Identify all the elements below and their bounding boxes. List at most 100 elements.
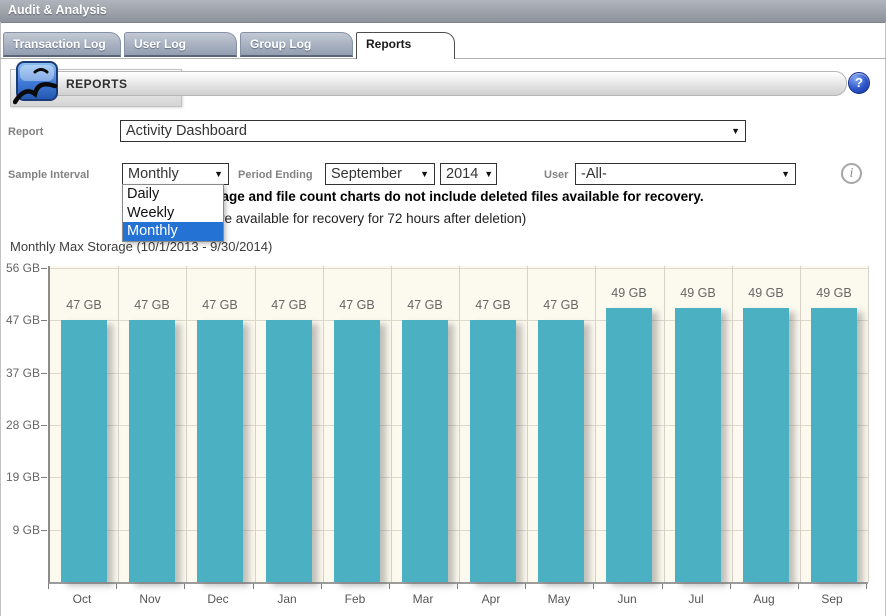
x-axis-category-label: Jun bbox=[593, 592, 661, 606]
gridline-vertical bbox=[391, 266, 392, 582]
chevron-down-icon: ▼ bbox=[484, 169, 493, 179]
sample-interval-dropdown-list: DailyWeeklyMonthly bbox=[122, 184, 224, 242]
report-label: Report bbox=[8, 126, 43, 138]
window-title: Audit & Analysis bbox=[8, 3, 107, 17]
chart-bar bbox=[675, 308, 721, 582]
bar-value-label: 47 GB bbox=[255, 298, 323, 312]
tab-bar: Transaction Log User Log Group Log Repor… bbox=[0, 32, 886, 59]
y-axis-tick-mark bbox=[41, 425, 47, 426]
chevron-down-icon: ▼ bbox=[420, 169, 429, 179]
sample-interval-value: Monthly bbox=[128, 166, 179, 182]
x-axis-category-label: Nov bbox=[116, 592, 184, 606]
gridline-vertical bbox=[186, 266, 187, 582]
x-axis-tick-mark bbox=[253, 584, 254, 589]
x-axis-category-label: Feb bbox=[321, 592, 389, 606]
x-axis-category-label: Aug bbox=[730, 592, 798, 606]
x-axis-tick-mark bbox=[798, 584, 799, 589]
chart-bar bbox=[606, 308, 652, 582]
gridline-vertical bbox=[459, 266, 460, 582]
y-axis-tick-mark bbox=[41, 477, 47, 478]
period-ending-month-select[interactable]: September ▼ bbox=[325, 163, 435, 185]
window-title-bar: Audit & Analysis bbox=[0, 0, 886, 23]
x-axis-category-label: May bbox=[525, 592, 593, 606]
x-axis-category-label: Sep bbox=[798, 592, 866, 606]
tab-user-log[interactable]: User Log bbox=[124, 32, 237, 57]
y-axis-tick-label: 28 GB bbox=[2, 418, 40, 432]
bar-value-label: 49 GB bbox=[595, 286, 663, 300]
bar-value-label: 47 GB bbox=[527, 298, 595, 312]
y-axis-tick-label: 47 GB bbox=[2, 313, 40, 327]
x-axis-category-label: Mar bbox=[389, 592, 457, 606]
x-axis-tick-mark bbox=[662, 584, 663, 589]
tab-group-log[interactable]: Group Log bbox=[240, 32, 353, 57]
y-axis-tick-label: 37 GB bbox=[2, 366, 40, 380]
y-axis-tick-label: 56 GB bbox=[2, 261, 40, 275]
user-select[interactable]: -All- ▼ bbox=[575, 163, 796, 185]
help-button[interactable]: ? bbox=[848, 72, 870, 94]
chart-bar bbox=[61, 320, 107, 582]
x-axis-tick-mark bbox=[593, 584, 594, 589]
x-axis-tick-mark bbox=[730, 584, 731, 589]
gridline-vertical bbox=[527, 266, 528, 582]
dropdown-option-monthly[interactable]: Monthly bbox=[123, 222, 223, 241]
period-ending-year-select[interactable]: 2014 ▼ bbox=[440, 163, 497, 185]
storage-bar-chart: Monthly Max Storage (10/1/2013 - 9/30/20… bbox=[0, 236, 886, 616]
period-ending-label: Period Ending bbox=[238, 169, 313, 181]
chart-plot-area: 47 GB47 GB47 GB47 GB47 GB47 GB47 GB47 GB… bbox=[48, 266, 868, 584]
x-axis-tick-mark bbox=[116, 584, 117, 589]
x-axis-tick-mark bbox=[321, 584, 322, 589]
x-axis-tick-mark bbox=[866, 584, 867, 589]
chart-bar bbox=[402, 320, 448, 582]
chart-bar bbox=[197, 320, 243, 582]
audit-analysis-window: Audit & Analysis Transaction Log User Lo… bbox=[0, 0, 886, 616]
report-select[interactable]: Activity Dashboard ▼ bbox=[120, 120, 746, 142]
y-axis-tick-mark bbox=[41, 268, 47, 269]
dropdown-option-daily[interactable]: Daily bbox=[123, 185, 223, 204]
info-button[interactable]: i bbox=[841, 163, 862, 184]
gridline-vertical bbox=[323, 266, 324, 582]
x-axis-category-label: Oct bbox=[48, 592, 116, 606]
x-axis-category-label: Apr bbox=[457, 592, 525, 606]
bar-value-label: 49 GB bbox=[800, 286, 868, 300]
y-axis-tick-mark bbox=[41, 320, 47, 321]
tab-reports[interactable]: Reports bbox=[356, 32, 455, 59]
x-axis-tick-mark bbox=[457, 584, 458, 589]
tab-label: Transaction Log bbox=[13, 37, 106, 51]
bar-value-label: 47 GB bbox=[391, 298, 459, 312]
help-icon: ? bbox=[855, 75, 863, 90]
dropdown-option-weekly[interactable]: Weekly bbox=[123, 204, 223, 223]
x-axis-category-label: Jan bbox=[253, 592, 321, 606]
chart-bar bbox=[334, 320, 380, 582]
gridline-vertical bbox=[868, 266, 869, 582]
gridline-vertical bbox=[664, 266, 665, 582]
gridline-vertical bbox=[118, 266, 119, 582]
user-label: User bbox=[544, 169, 568, 181]
chart-bar bbox=[266, 320, 312, 582]
sample-interval-select[interactable]: Monthly ▼ bbox=[122, 163, 229, 185]
x-axis-category-label: Dec bbox=[184, 592, 252, 606]
x-axis-tick-mark bbox=[184, 584, 185, 589]
sample-interval-label: Sample Interval bbox=[8, 169, 89, 181]
bar-value-label: 47 GB bbox=[50, 298, 118, 312]
gridline-vertical bbox=[595, 266, 596, 582]
bar-value-label: 49 GB bbox=[664, 286, 732, 300]
gridline-vertical bbox=[255, 266, 256, 582]
tab-transaction-log[interactable]: Transaction Log bbox=[3, 32, 121, 57]
user-select-value: -All- bbox=[581, 166, 607, 182]
page-title: REPORTS bbox=[66, 77, 128, 91]
chart-bar bbox=[538, 320, 584, 582]
info-icon: i bbox=[850, 166, 854, 181]
reports-banner bbox=[45, 71, 847, 96]
bar-value-label: 47 GB bbox=[323, 298, 391, 312]
y-axis-tick-label: 19 GB bbox=[2, 470, 40, 484]
report-select-value: Activity Dashboard bbox=[126, 123, 247, 139]
bar-value-label: 47 GB bbox=[459, 298, 527, 312]
chart-bar bbox=[743, 308, 789, 582]
chart-bar bbox=[470, 320, 516, 582]
bar-value-label: 47 GB bbox=[186, 298, 254, 312]
y-axis-tick-label: 9 GB bbox=[2, 523, 40, 537]
chart-bar bbox=[129, 320, 175, 582]
birds-logo-icon bbox=[13, 60, 61, 106]
x-axis-tick-mark bbox=[48, 584, 49, 589]
period-ending-year-value: 2014 bbox=[446, 166, 478, 182]
